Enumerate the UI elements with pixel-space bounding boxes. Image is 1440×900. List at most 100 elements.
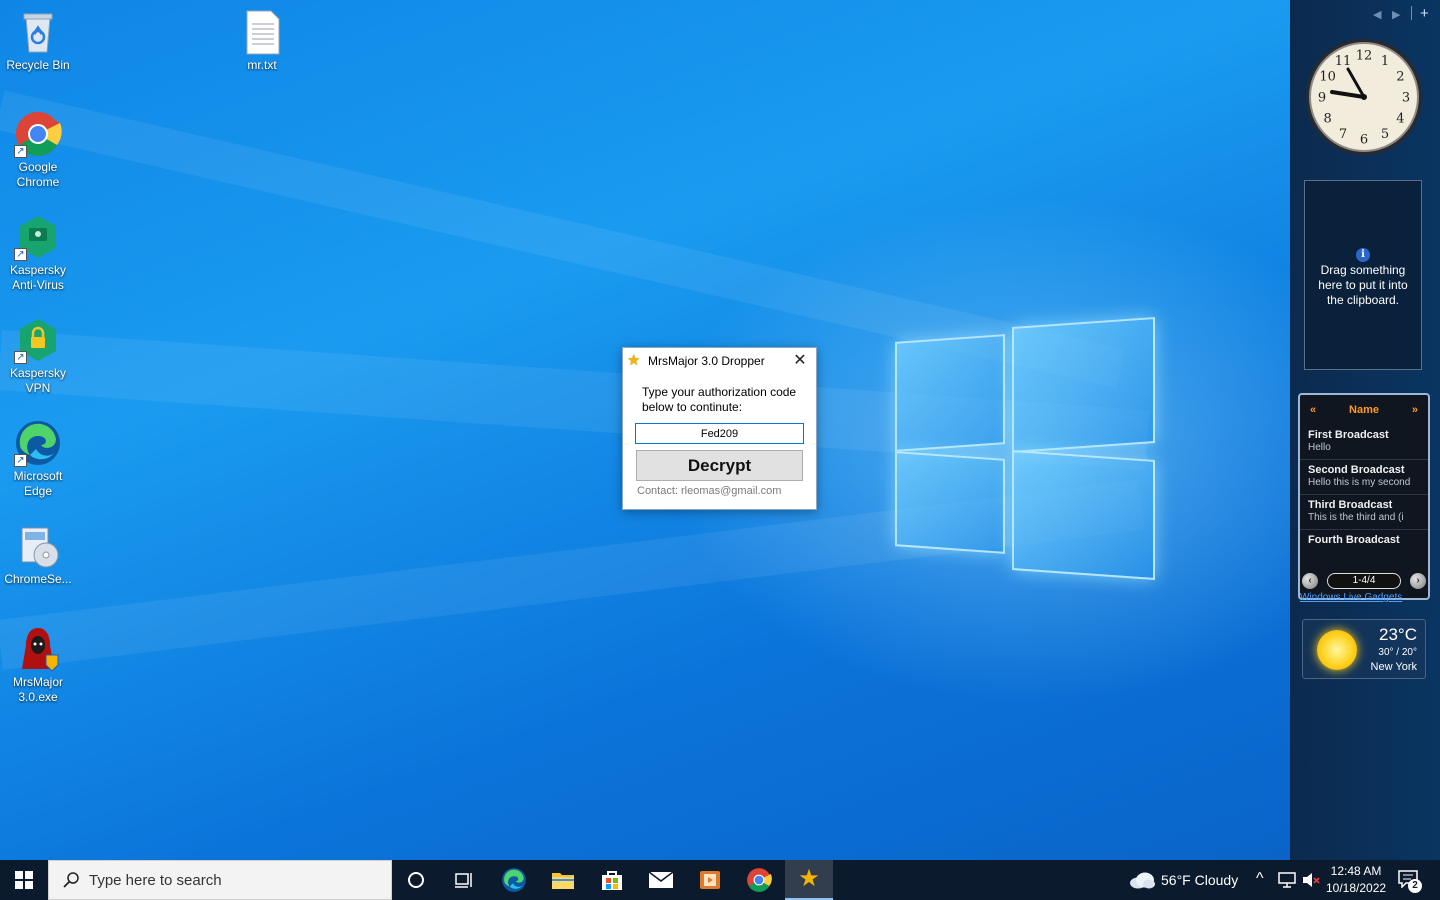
cortana-button[interactable] [392, 860, 440, 900]
desktop-icon-label: Recycle Bin [6, 58, 70, 72]
notification-center-button[interactable]: 2 [1398, 870, 1422, 893]
taskbar-mail[interactable] [637, 860, 685, 900]
taskbar-media-app[interactable] [686, 860, 734, 900]
text-file-icon [238, 8, 286, 56]
clock-gadget[interactable]: 12 1 2 3 4 5 6 7 8 9 10 11 [1304, 37, 1424, 157]
clock-numeral: 8 [1323, 112, 1331, 127]
clipboard-message: Drag something here to put it into the c… [1318, 263, 1408, 307]
installer-icon [14, 522, 62, 570]
edge-shortcut-icon[interactable]: ↗ Microsoft Edge [0, 419, 76, 499]
sunny-icon [1317, 630, 1357, 670]
pager-next-button[interactable]: › [1410, 573, 1426, 589]
store-bag-icon [602, 871, 622, 890]
windows-logo-pane [895, 451, 1005, 554]
tray-overflow-chevron-icon[interactable]: ^ [1256, 870, 1264, 888]
notification-count-badge: 2 [1408, 879, 1422, 893]
edge-icon: ↗ [14, 419, 62, 467]
close-button[interactable]: ✕ [784, 348, 816, 373]
search-icon [63, 872, 79, 888]
kaspersky-antivirus-icon: ↗ [14, 213, 62, 261]
weather-range: 30° / 20° [1378, 647, 1417, 658]
broadcast-prev-icon[interactable]: « [1310, 404, 1316, 416]
shortcut-arrow-icon: ↗ [14, 351, 27, 364]
folder-icon [552, 873, 574, 889]
dropper-dialog: ★ MrsMajor 3.0 Dropper ✕ Type your autho… [622, 347, 817, 510]
weather-gadget[interactable]: 23°C 30° / 20° New York [1302, 619, 1426, 679]
taskbar-mrsmajor-dropper[interactable]: ★ [785, 860, 833, 900]
kaspersky-vpn-icon: ↗ [14, 316, 62, 364]
volume-muted-icon[interactable] [1302, 872, 1320, 893]
weather-city: New York [1370, 661, 1417, 673]
broadcast-item[interactable]: Third Broadcast This is the third and (i [1300, 495, 1428, 530]
text-file-icon[interactable]: mr.txt [224, 8, 300, 73]
taskbar-search[interactable] [48, 860, 392, 900]
desktop-icon-label: ChromeSe... [4, 572, 72, 586]
recycle-bin-icon[interactable]: Recycle Bin [0, 8, 76, 73]
broadcast-subtitle: Hello this is my second [1308, 477, 1411, 488]
pager-count: 1-4/4 [1327, 573, 1401, 589]
cloud-icon [1130, 872, 1155, 889]
decrypt-button[interactable]: Decrypt [636, 450, 803, 481]
clock-face: 12 12 3 45678 9 1011 [1306, 39, 1422, 155]
clipboard-gadget[interactable]: i Drag something here to put it into the… [1304, 180, 1422, 370]
windows-start-icon [15, 871, 33, 889]
edge-icon [502, 868, 526, 892]
start-button[interactable] [0, 860, 48, 900]
clock-numeral: 9 [1318, 91, 1326, 106]
broadcast-title: First Broadcast [1308, 429, 1389, 441]
cortana-circle-icon [408, 872, 424, 888]
broadcast-column-name[interactable]: Name [1349, 404, 1379, 416]
broadcast-gadget: « Name » First Broadcast Hello Second Br… [1298, 393, 1430, 600]
clock-numeral: 2 [1396, 70, 1404, 85]
taskbar: ★ 56°F Cloudy ^ 12:48 AM 10/18/2022 2 [0, 860, 1440, 900]
clock-numeral: 5 [1381, 127, 1389, 142]
hooded-figure-icon [14, 625, 62, 673]
search-input[interactable] [89, 871, 369, 889]
task-view-button[interactable] [440, 860, 488, 900]
desktop-icon-label: mr.txt [247, 58, 277, 72]
star-icon: ★ [627, 351, 641, 369]
authorization-code-input[interactable] [635, 423, 804, 444]
chrome-shortcut-icon[interactable]: ↗ Google Chrome [0, 110, 76, 190]
taskbar-weather-text[interactable]: 56°F Cloudy [1161, 872, 1238, 888]
taskbar-store[interactable] [588, 860, 636, 900]
mrsmajor-exe-icon[interactable]: MrsMajor 3.0.exe [0, 625, 76, 705]
broadcast-item[interactable]: Second Broadcast Hello this is my second [1300, 460, 1428, 495]
sidebar-next-button[interactable]: ▶ [1392, 8, 1400, 21]
shortcut-arrow-icon: ↗ [14, 454, 27, 467]
gadgets-footer-link[interactable]: Windows Live Gadgets [1300, 592, 1402, 603]
clock-numeral: 1 [1381, 54, 1389, 69]
chromesetup-icon[interactable]: ChromeSe... [0, 522, 76, 587]
taskbar-chrome[interactable] [735, 860, 783, 900]
kaspersky-antivirus-shortcut-icon[interactable]: ↗ Kaspersky Anti-Virus [0, 213, 76, 293]
windows-logo-pane [1012, 450, 1155, 580]
taskbar-weather[interactable] [1128, 871, 1156, 889]
broadcast-title: Fourth Broadcast [1308, 534, 1400, 546]
network-icon[interactable] [1278, 872, 1296, 893]
taskbar-clock[interactable]: 12:48 AM 10/18/2022 [1326, 863, 1386, 897]
broadcast-title: Second Broadcast [1308, 464, 1405, 476]
taskbar-file-explorer[interactable] [539, 860, 587, 900]
windows-logo-pane [895, 334, 1005, 452]
broadcast-item[interactable]: First Broadcast Hello [1300, 425, 1428, 460]
task-view-icon [455, 873, 472, 888]
sidebar-prev-button[interactable]: ◀ [1373, 8, 1381, 21]
clock-numeral: 4 [1396, 112, 1404, 127]
shortcut-arrow-icon: ↗ [14, 248, 27, 261]
broadcast-header: « Name » [1300, 395, 1428, 425]
kaspersky-vpn-shortcut-icon[interactable]: ↗ Kaspersky VPN [0, 316, 76, 396]
windows-logo-pane [1012, 317, 1155, 453]
clock-numeral: 7 [1339, 127, 1347, 142]
broadcast-pager: ‹ 1-4/4 › [1302, 572, 1426, 590]
desktop-icon-label: Kaspersky VPN [9, 366, 67, 395]
dialog-prompt: Type your authorization code below to co… [642, 385, 797, 414]
broadcast-next-icon[interactable]: » [1412, 404, 1418, 416]
dialog-contact: Contact: rleomas@gmail.com [637, 485, 782, 497]
broadcast-title: Third Broadcast [1308, 499, 1393, 511]
shortcut-arrow-icon: ↗ [14, 145, 27, 158]
sidebar-add-button[interactable]: + [1420, 5, 1429, 22]
taskbar-edge[interactable] [490, 860, 538, 900]
pager-prev-button[interactable]: ‹ [1302, 573, 1318, 589]
clock-numeral: 11 [1335, 54, 1352, 69]
broadcast-item[interactable]: Fourth Broadcast [1300, 530, 1428, 565]
